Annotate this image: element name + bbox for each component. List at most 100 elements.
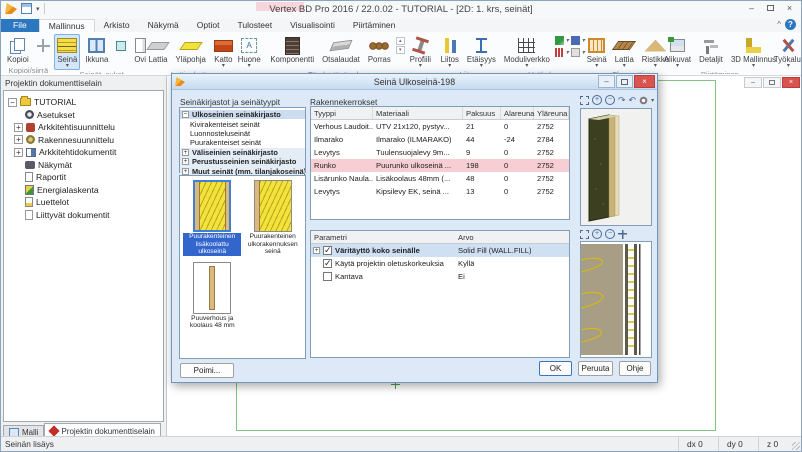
layer-row[interactable]: Verhous Laudoit...UTV 21x120, pystyv...2… <box>311 120 569 133</box>
settings-gear-icon[interactable] <box>639 96 648 105</box>
collapse-expander[interactable] <box>8 98 17 107</box>
maximize-button[interactable] <box>761 1 780 14</box>
komponentti-button[interactable]: Komponentti <box>267 34 317 66</box>
rotate-cw-icon[interactable] <box>618 95 626 105</box>
cancel-button[interactable]: Peruuta <box>578 361 613 376</box>
siirra-button[interactable] <box>34 34 53 57</box>
zoom-out-icon[interactable] <box>605 229 615 239</box>
help-icon[interactable]: ? <box>785 19 796 30</box>
porras-button[interactable]: Porras <box>365 34 394 66</box>
ribbon-collapse-icon[interactable]: ^ <box>777 20 781 29</box>
chevron-down-icon[interactable]: ▾ <box>651 97 654 104</box>
kopioi-button[interactable]: Kopioi <box>4 34 32 66</box>
pan-icon[interactable] <box>618 230 627 239</box>
layer-row[interactable]: Lisärunko Naula...Lisäkoolaus 48mm (...4… <box>311 172 569 185</box>
moduliverkko-button[interactable]: Moduliverkko <box>501 34 553 70</box>
tree-item-tutorial[interactable]: TUTORIAL <box>4 96 163 109</box>
expand-expander[interactable] <box>14 123 23 132</box>
dialog-maximize-button[interactable] <box>616 75 633 88</box>
elementti-lattia-button[interactable]: Lattia <box>612 34 637 70</box>
profiili-button[interactable]: Profiili <box>407 34 434 70</box>
wall-type-thumbnail[interactable]: Puurakenteinen ulkorakennuksen seinä <box>243 180 304 256</box>
ok-button[interactable]: OK <box>539 361 572 376</box>
tree-item-arkkitehtisuunnittelu[interactable]: Arkkitehtisuunnittelu <box>4 121 163 134</box>
tree-item-liittyvat-dokumentit[interactable]: Liittyvät dokumentit <box>4 209 163 222</box>
library-node-valiseinien[interactable]: +Väliseinien seinäkirjasto <box>180 148 305 157</box>
zoom-extents-icon[interactable] <box>580 230 589 239</box>
expand-expander[interactable]: + <box>182 168 189 175</box>
tree-item-raportit[interactable]: Raportit <box>4 171 163 184</box>
pane-button[interactable] <box>113 34 129 57</box>
library-node-kivirakenteiset[interactable]: Kivirakenteiset seinät <box>180 119 305 128</box>
lattia-button[interactable]: Lattia <box>145 34 170 66</box>
elementti-seina-button[interactable]: Seinä <box>584 34 610 70</box>
tab-arkisto[interactable]: Arkisto <box>95 19 139 32</box>
wall-type-thumbnail-selected[interactable]: Puurakenteinen lisäkoolattu ulkoseinä <box>182 180 243 256</box>
minimize-button[interactable]: – <box>742 1 761 14</box>
tab-nakyma[interactable]: Näkymä <box>139 19 188 32</box>
zone-arrow-button[interactable]: ▾▾ <box>555 36 585 45</box>
tree-item-nakymat[interactable]: Näkymät <box>4 159 163 172</box>
tab-mallinnus[interactable]: Mallinnus <box>39 19 95 32</box>
seina-button[interactable]: Seinä <box>54 34 80 70</box>
column-header[interactable]: Materiaali <box>373 107 463 119</box>
gallery-scroll[interactable]: ▴▾ <box>396 37 405 54</box>
file-menu-button[interactable]: File <box>1 19 39 32</box>
parameter-value[interactable]: Ei <box>458 272 465 281</box>
ikkuna-button[interactable]: Ikkuna <box>82 34 111 66</box>
checkbox-unchecked[interactable] <box>323 272 332 281</box>
expand-expander[interactable] <box>14 148 23 157</box>
layer-row[interactable]: LevytysKipsilevy EK, seinä ...1302752 <box>311 185 569 198</box>
pick-button[interactable]: Poimi... <box>180 363 234 378</box>
zoom-in-icon[interactable] <box>592 95 602 105</box>
parameter-value[interactable]: Kyllä <box>458 259 474 268</box>
checkbox-checked[interactable] <box>323 259 332 268</box>
expand-expander[interactable]: + <box>313 247 320 254</box>
column-header[interactable]: Paksuus <box>463 107 501 119</box>
zone-grid-button[interactable]: ▾▾ <box>555 48 585 57</box>
expand-expander[interactable]: + <box>182 158 189 165</box>
dialog-titlebar[interactable]: Seinä Ulkoseinä-198 – × <box>172 74 657 90</box>
tab-visualisointi[interactable]: Visualisointi <box>281 19 344 32</box>
expand-expander[interactable]: + <box>182 149 189 156</box>
alikuvat-button[interactable]: Alikuvat <box>661 34 694 70</box>
expand-expander[interactable] <box>14 135 23 144</box>
document-restore-button[interactable] <box>763 77 781 88</box>
zoom-in-icon[interactable] <box>592 229 602 239</box>
tab-piirtaminen[interactable]: Piirtäminen <box>344 19 405 32</box>
tree-item-asetukset[interactable]: Asetukset <box>4 109 163 122</box>
tree-item-luettelot[interactable]: Luettelot <box>4 196 163 209</box>
katto-button[interactable]: Katto <box>211 34 236 70</box>
dialog-minimize-button[interactable]: – <box>598 75 615 88</box>
help-button[interactable]: Ohje <box>619 361 651 376</box>
dialog-close-button[interactable]: × <box>634 75 655 88</box>
layer-row[interactable]: IlmarakoIlmarako (ILMARAKO)44-242784 <box>311 133 569 146</box>
layer-row-selected[interactable]: RunkoPuurunko ulkoseinä ...19802752 <box>311 159 569 172</box>
column-header[interactable]: Yläreuna <box>534 107 569 119</box>
wall-3d-preview[interactable] <box>580 108 652 226</box>
rotate-ccw-icon[interactable] <box>629 95 637 105</box>
parameter-value[interactable]: Solid Fill (WALL.FILL) <box>458 246 532 255</box>
document-close-button[interactable]: × <box>782 77 800 88</box>
document-minimize-button[interactable]: – <box>744 77 762 88</box>
column-header[interactable]: Alareuna <box>501 107 534 119</box>
liitos-button[interactable]: Liitos <box>438 34 462 70</box>
library-node-luonnostelu[interactable]: Luonnosteluseinät <box>180 129 305 138</box>
otsalaudat-button[interactable]: Otsalaudat <box>319 34 363 66</box>
column-header[interactable]: Parametri <box>311 233 455 242</box>
parameter-row-selected[interactable]: + Väritäyttö koko seinälle Solid Fill (W… <box>311 244 569 257</box>
tree-item-arkkitehtidokumentit[interactable]: Arkkitehtidokumentit <box>4 146 163 159</box>
library-node-perustusseinien[interactable]: +Perustusseinien seinäkirjasto <box>180 157 305 166</box>
resize-grip[interactable] <box>792 442 800 450</box>
tree-item-energialaskenta[interactable]: Energialaskenta <box>4 184 163 197</box>
parameter-row[interactable]: Kantava Ei <box>311 270 569 283</box>
wall-type-thumbnail[interactable]: Puuverhous ja koolaus 48 mm <box>182 262 243 330</box>
layer-row[interactable]: LevytysTuulensuojalevy 9m...902752 <box>311 146 569 159</box>
collapse-expander[interactable]: − <box>182 111 189 118</box>
detaljit-button[interactable]: Detaljit <box>696 34 726 66</box>
library-node-ulkoseinien[interactable]: −Ulkoseinien seinäkirjasto <box>180 110 305 119</box>
column-header[interactable]: Arvo <box>455 233 474 242</box>
zoom-out-icon[interactable] <box>605 95 615 105</box>
close-button[interactable]: × <box>780 1 799 14</box>
checkbox-checked[interactable] <box>323 246 332 255</box>
